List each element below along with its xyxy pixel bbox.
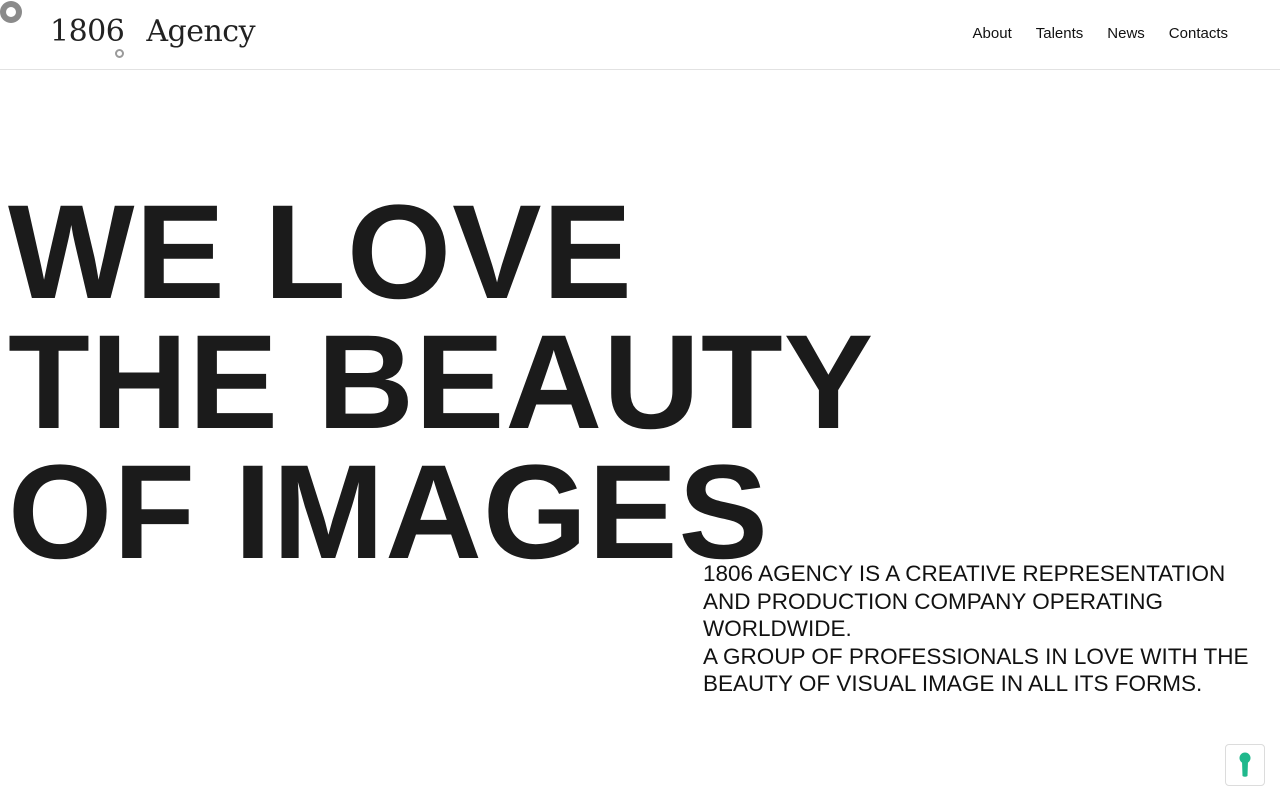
cookie-settings-button[interactable]	[1225, 744, 1265, 786]
logo-home-link[interactable]: 1806 Agency	[50, 14, 256, 58]
hero-line-3: OF IMAGES	[8, 438, 769, 587]
main-nav: About Talents News Contacts	[973, 25, 1228, 43]
logo-ring-icon	[115, 49, 124, 58]
hero-title: WE LOVE THE BEAUTY OF IMAGES	[8, 178, 875, 587]
intro-paragraph-2: A GROUP OF PROFESSIONALS IN LOVE WITH TH…	[703, 643, 1249, 697]
nav-contacts[interactable]: Contacts	[1169, 25, 1228, 43]
hero-line-2: THE BEAUTY	[8, 308, 875, 457]
intro-text: 1806 AGENCY IS A CREATIVE REPRESENTATION…	[703, 560, 1273, 698]
logo-number: 1806	[50, 14, 125, 49]
logo-word: Agency	[146, 14, 256, 49]
nav-talents[interactable]: Talents	[1036, 25, 1084, 43]
site-header: 1806 Agency About Talents News Contacts	[0, 0, 1280, 70]
hero-line-1: WE LOVE	[8, 178, 633, 327]
keyhole-icon	[1239, 752, 1251, 777]
intro-paragraph-1: 1806 AGENCY IS A CREATIVE REPRESENTATION…	[703, 561, 1226, 641]
nav-news[interactable]: News	[1107, 25, 1145, 43]
nav-about[interactable]: About	[973, 25, 1012, 43]
